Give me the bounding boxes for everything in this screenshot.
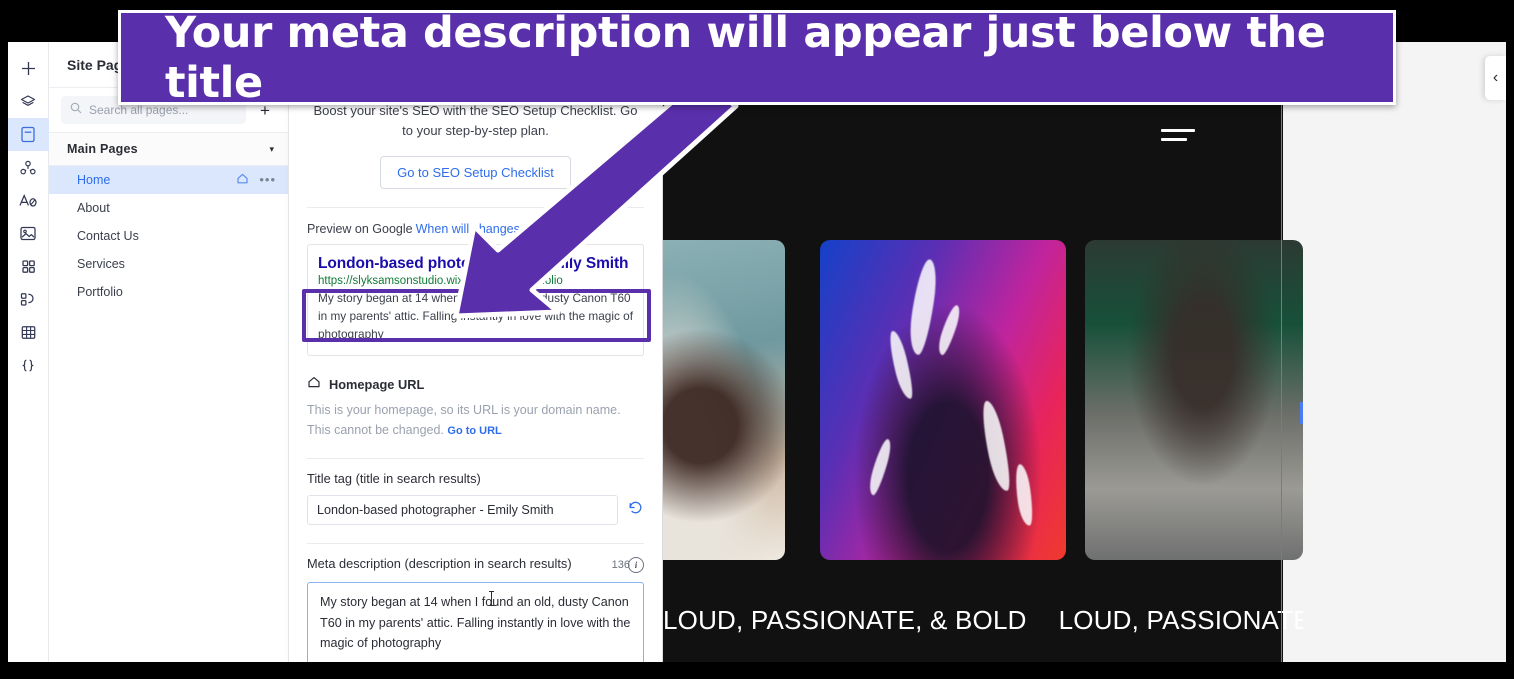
divider <box>307 458 644 460</box>
divider <box>307 543 644 545</box>
screen: Site Pages Search all pages... + Main Pa… <box>0 0 1514 679</box>
go-to-url-link[interactable]: Go to URL <box>447 425 501 437</box>
home-icon <box>236 172 249 188</box>
portrait-card-2[interactable] <box>820 240 1066 560</box>
media-icon[interactable] <box>8 217 49 250</box>
callout-text: Your meta description will appear just b… <box>165 7 1326 108</box>
site-preview-area: LOUD, PASSIONATE, & BOLD LOUD, PASSIONAT… <box>663 42 1506 662</box>
canvas-right-border <box>1281 54 1282 662</box>
search-icon <box>70 101 82 119</box>
text-cursor-icon <box>489 591 494 607</box>
marquee-text-right: LOUD, PASSIONATE, & <box>1058 604 1303 635</box>
chevron-down-icon[interactable]: ▾ <box>269 144 274 155</box>
preview-on-google-row: Preview on Google When will changes show <box>307 222 644 236</box>
text-icon[interactable] <box>8 184 49 217</box>
sidebar-item-about[interactable]: About <box>49 194 288 222</box>
homepage-url-heading-row: Homepage URL <box>307 375 644 394</box>
blocks-icon[interactable] <box>8 283 49 316</box>
pages-icon[interactable] <box>8 118 49 151</box>
home-icon <box>307 375 321 394</box>
sidebar-item-services[interactable]: Services <box>49 250 288 278</box>
callout-banner: Your meta description will appear just b… <box>118 7 1396 108</box>
code-icon[interactable] <box>8 349 49 382</box>
collapse-panel-button[interactable]: ‹ <box>1485 56 1506 100</box>
page-label: Contact Us <box>77 229 139 243</box>
apps-icon[interactable] <box>8 151 49 184</box>
portrait-card-3[interactable] <box>1085 240 1303 560</box>
hamburger-icon[interactable] <box>1161 129 1195 143</box>
go-to-seo-checklist-button[interactable]: Go to SEO Setup Checklist <box>380 156 571 189</box>
google-result-url: https://slyksamsonstudio.wixstudio.com/p… <box>318 275 563 288</box>
marquee-text-left: LOUD, PASSIONATE, & BOLD <box>663 604 1027 635</box>
meta-description-field: Meta description (description in search … <box>307 556 644 662</box>
meta-description-label: Meta description (description in search … <box>307 556 572 572</box>
info-icon[interactable]: i <box>628 557 644 574</box>
page-label: Services <box>77 257 125 271</box>
site-pages-panel: Site Pages Search all pages... + Main Pa… <box>49 42 289 662</box>
undo-icon[interactable] <box>627 499 644 521</box>
divider <box>307 207 644 208</box>
meta-description-value: My story began at 14 when I found an old… <box>320 595 631 650</box>
when-will-changes-show-link[interactable]: When will changes show <box>416 222 553 236</box>
main-pages-group[interactable]: Main Pages ▾ <box>49 132 288 166</box>
homepage-url-label: Homepage URL <box>329 377 425 393</box>
page-label: Home <box>77 173 111 187</box>
group-label: Main Pages <box>67 142 138 156</box>
page-label: About <box>77 201 110 215</box>
sidebar-item-contact-us[interactable]: Contact Us <box>49 222 288 250</box>
site-canvas: LOUD, PASSIONATE, & BOLD LOUD, PASSIONAT… <box>663 54 1303 662</box>
marquee-banner: LOUD, PASSIONATE, & BOLD LOUD, PASSIONAT… <box>663 599 1303 641</box>
editor-window: Site Pages Search all pages... + Main Pa… <box>8 42 1506 662</box>
table-icon[interactable] <box>8 316 49 349</box>
title-tag-input[interactable]: London-based photographer - Emily Smith <box>307 495 618 526</box>
title-tag-field: Title tag (title in search results) Lond… <box>307 471 644 526</box>
page-label: Portfolio <box>77 285 123 299</box>
meta-description-textarea[interactable]: My story began at 14 when I found an old… <box>307 582 644 662</box>
grid-icon[interactable] <box>8 250 49 283</box>
sidebar-item-portfolio[interactable]: Portfolio <box>49 278 288 306</box>
left-icon-rail <box>8 42 49 662</box>
title-tag-label: Title tag (title in search results) <box>307 471 481 487</box>
homepage-url-note: This is your homepage, so its URL is you… <box>307 401 644 440</box>
canvas-resize-handle[interactable] <box>1300 402 1303 424</box>
google-result-preview: London-based photographer - Emily Smith … <box>302 244 651 357</box>
seo-settings-panel: SEO Setup Checklist Boost your site's SE… <box>289 42 663 662</box>
layers-icon[interactable] <box>8 85 49 118</box>
google-result-title: London-based photographer - Emily Smith <box>318 255 629 272</box>
google-result-description: My story began at 14 when I found an old… <box>318 291 634 341</box>
add-icon[interactable] <box>8 52 49 85</box>
portrait-card-1[interactable] <box>663 240 785 560</box>
preview-label: Preview on Google <box>307 222 413 236</box>
page-more-icon[interactable]: ••• <box>259 173 276 186</box>
sidebar-item-home[interactable]: Home ••• <box>49 166 288 194</box>
